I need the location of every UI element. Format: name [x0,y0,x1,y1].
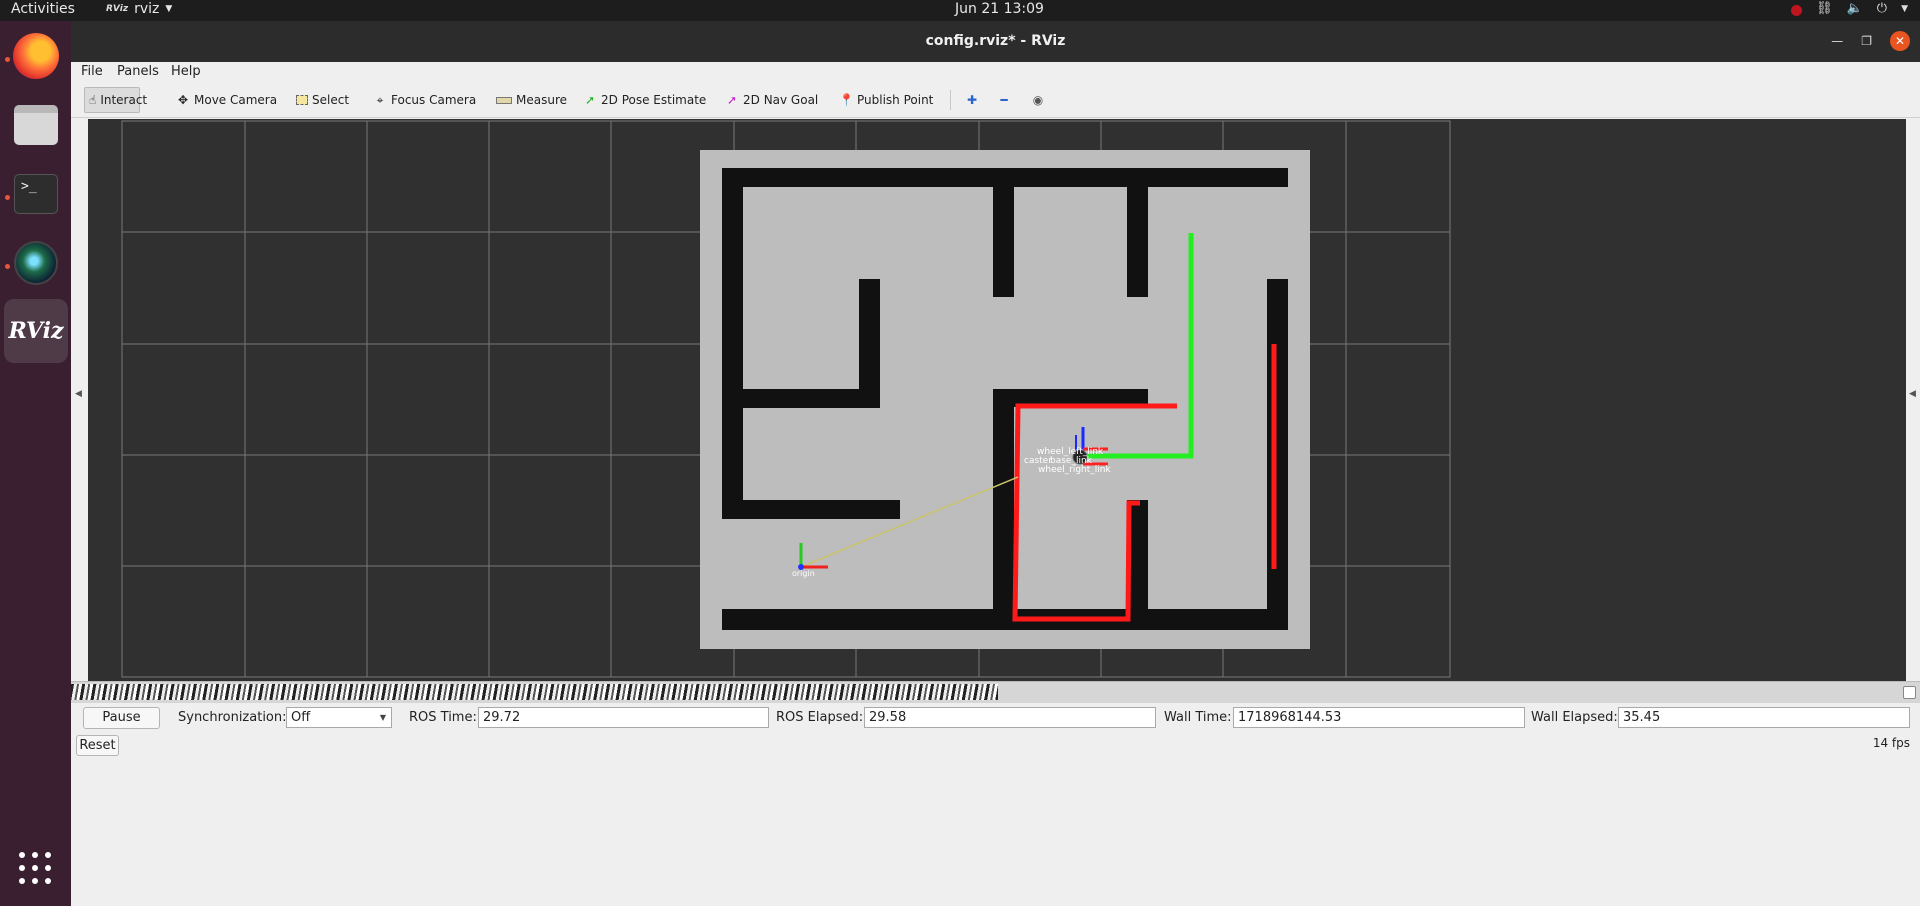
tool-properties-button[interactable]: ◉ [1027,87,1049,113]
tool-focus-camera[interactable]: ⌖ Focus Camera [369,87,480,113]
right-panel-toggle[interactable]: ◀ [1906,119,1920,681]
remove-tool-button[interactable]: ━ [993,87,1015,113]
tool-label: 2D Nav Goal [743,93,819,107]
status-checkbox[interactable] [1903,686,1916,699]
ros-elapsed-field[interactable]: 29.58 [864,707,1156,728]
tool-select[interactable]: Select [292,87,353,113]
sync-label: Synchronization: [178,710,287,725]
toolbar-separator [950,90,951,110]
chevron-down-icon[interactable]: ▼ [1901,4,1908,14]
menu-help[interactable]: Help [171,64,201,79]
hand-pointer-icon: ☝ [89,93,97,107]
time-panel: Pause Synchronization: Off ▼ ROS Time: 2… [71,703,1920,759]
system-top-bar: Activities RViz rviz ▼ Jun 21 13:09 ⛓ 🔈 … [0,0,1920,21]
app-name: rviz [134,1,160,17]
pause-button[interactable]: Pause [83,707,160,729]
rviz-window: config.rviz* - RViz — ❐ ✕ File Panels He… [71,21,1920,906]
map-pin-icon: 📍 [839,93,854,107]
tool-label: Measure [516,93,567,107]
rviz-icon: RViz [8,318,64,344]
chevron-right-icon: ◀ [1909,389,1916,399]
dock: >_ RViz [0,21,71,906]
dock-files[interactable] [4,93,68,157]
menu-bar: File Panels Help [71,62,1920,82]
dock-camera[interactable] [4,231,68,295]
firefox-icon [13,33,59,79]
frame-label-wheel-right: wheel_right_link [1038,465,1111,475]
wall-elapsed-label: Wall Elapsed: [1531,710,1618,725]
minimize-icon[interactable]: — [1831,34,1843,48]
frame-label-origin: origin [792,569,815,578]
crosshair-icon: ⌖ [376,93,384,107]
clock[interactable]: Jun 21 13:09 [955,1,1044,17]
sync-select[interactable]: Off ▼ [286,707,392,728]
activities-button[interactable]: Activities [11,1,75,17]
tool-toolbar: ☝ Interact ✥ Move Camera Select ⌖ Focus … [71,82,1920,118]
sync-value: Off [291,710,311,725]
close-icon[interactable]: ✕ [1890,31,1910,51]
ros-time-label: ROS Time: [409,710,477,725]
window-title: config.rviz* - RViz [925,33,1066,49]
left-panel-toggle[interactable]: ◀ [71,119,88,681]
tool-label: 2D Pose Estimate [601,93,707,107]
dock-firefox[interactable] [4,24,68,88]
app-menu[interactable]: RViz rviz ▼ [106,1,172,17]
tool-label: Select [312,93,350,107]
plus-icon: ✚ [966,93,978,107]
menu-panels[interactable]: Panels [117,64,159,79]
app-logo: RViz [106,4,129,14]
menu-file[interactable]: File [81,64,103,79]
show-apps-icon[interactable] [19,852,51,884]
wall-time-field[interactable]: 1718968144.53 [1233,707,1525,728]
dock-rviz[interactable]: RViz [4,299,68,363]
green-arrow-icon: ➚ [584,93,596,107]
magenta-arrow-icon: ➚ [726,93,738,107]
tool-label: Focus Camera [391,93,477,107]
wall-elapsed-field[interactable]: 35.45 [1618,707,1910,728]
tool-move-camera[interactable]: ✥ Move Camera [172,87,281,113]
minus-icon: ━ [1000,93,1008,107]
select-rect-icon [296,95,308,105]
window-bottom-area [71,759,1920,906]
tool-interact[interactable]: ☝ Interact [84,87,147,113]
eye-icon: ◉ [1032,93,1044,107]
system-tray[interactable]: ⛓ 🔈 ⏻ ▼ [1791,1,1908,16]
wall-time-label: Wall Time: [1164,710,1232,725]
window-titlebar[interactable]: config.rviz* - RViz — ❐ ✕ [71,21,1920,62]
render-viewport[interactable]: wheel_left_link caster base_link wheel_r… [88,119,1906,681]
render-artifact-strip [71,684,998,700]
ros-time-field[interactable]: 29.72 [478,707,769,728]
ruler-icon [496,96,512,104]
ros-elapsed-label: ROS Elapsed: [776,710,864,725]
tool-2d-pose-estimate[interactable]: ➚ 2D Pose Estimate [579,87,710,113]
tool-label: Interact [100,93,148,107]
dock-terminal[interactable]: >_ [4,162,68,226]
tool-label: Move Camera [194,93,278,107]
reset-button[interactable]: Reset [76,735,119,756]
chevron-down-icon: ▼ [165,4,173,14]
power-icon[interactable]: ⏻ [1877,1,1887,16]
fps-counter: 14 fps [1872,736,1910,750]
move-arrows-icon: ✥ [177,93,189,107]
camera-icon [14,241,58,285]
tool-measure[interactable]: Measure [492,87,571,113]
chevron-down-icon: ▼ [379,713,386,722]
chevron-left-icon: ◀ [75,389,82,399]
add-tool-button[interactable]: ✚ [961,87,983,113]
volume-icon[interactable]: 🔈 [1847,1,1863,16]
scene-svg[interactable]: wheel_left_link caster base_link wheel_r… [88,119,1906,681]
recording-indicator-icon[interactable] [1791,4,1803,16]
maximize-icon[interactable]: ❐ [1861,34,1872,48]
tool-publish-point[interactable]: 📍 Publish Point [835,87,937,113]
files-icon [14,105,58,145]
tool-2d-nav-goal[interactable]: ➚ 2D Nav Goal [721,87,822,113]
tool-label: Publish Point [857,93,934,107]
network-icon[interactable]: ⛓ [1816,1,1833,16]
status-strip [71,681,1920,703]
terminal-icon: >_ [14,174,58,214]
